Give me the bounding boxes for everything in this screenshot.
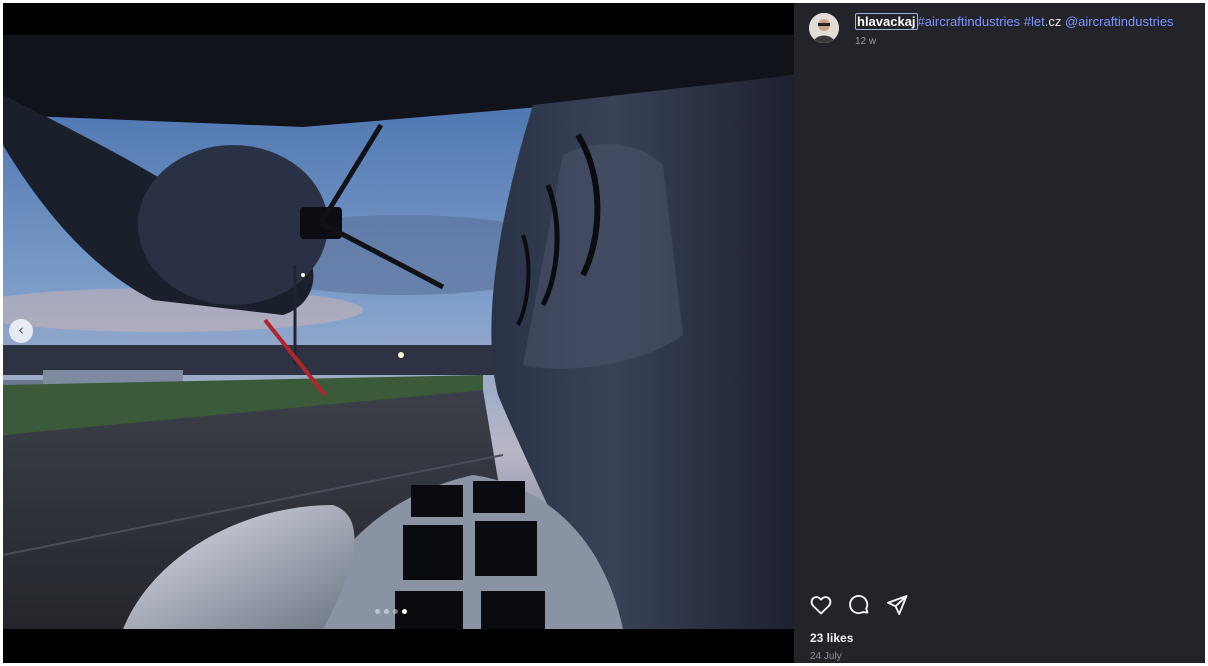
post-date[interactable]: 24 July [810, 651, 842, 662]
avatar[interactable] [809, 13, 839, 43]
caption-link[interactable]: @aircraftindustries [1065, 14, 1174, 29]
caption-link[interactable]: #aircraftindustries [918, 14, 1021, 29]
post-details-panel: hlavackaj #aircraftindustries #let.cz @ai… [794, 3, 1205, 663]
heart-icon[interactable] [809, 593, 833, 617]
likes-count[interactable]: 23 likes [810, 631, 853, 645]
share-icon[interactable] [885, 593, 909, 617]
caption-text-segment: .cz [1044, 14, 1065, 29]
carousel-dot [393, 609, 398, 614]
post-caption: hlavackaj #aircraftindustries #let.cz @ai… [855, 13, 1200, 31]
post-media: ‹ [3, 3, 794, 663]
caption-text: #aircraftindustries #let.cz @aircraftind… [918, 14, 1174, 29]
carousel-dots [375, 609, 407, 614]
comment-icon[interactable] [847, 593, 871, 617]
caption-link[interactable]: #let [1024, 14, 1045, 29]
carousel-dot [402, 609, 407, 614]
post-time[interactable]: 12 w [855, 36, 876, 47]
carousel-dot [384, 609, 389, 614]
username-link[interactable]: hlavackaj [855, 13, 918, 30]
aircraft-photo [3, 35, 794, 629]
chevron-left-icon: ‹ [18, 321, 24, 339]
carousel-prev-button[interactable]: ‹ [9, 319, 33, 343]
carousel-dot [375, 609, 380, 614]
post-modal: ‹ hlavackaj #aircraftindustries #let.cz @… [3, 3, 1205, 663]
post-actions [809, 593, 909, 617]
